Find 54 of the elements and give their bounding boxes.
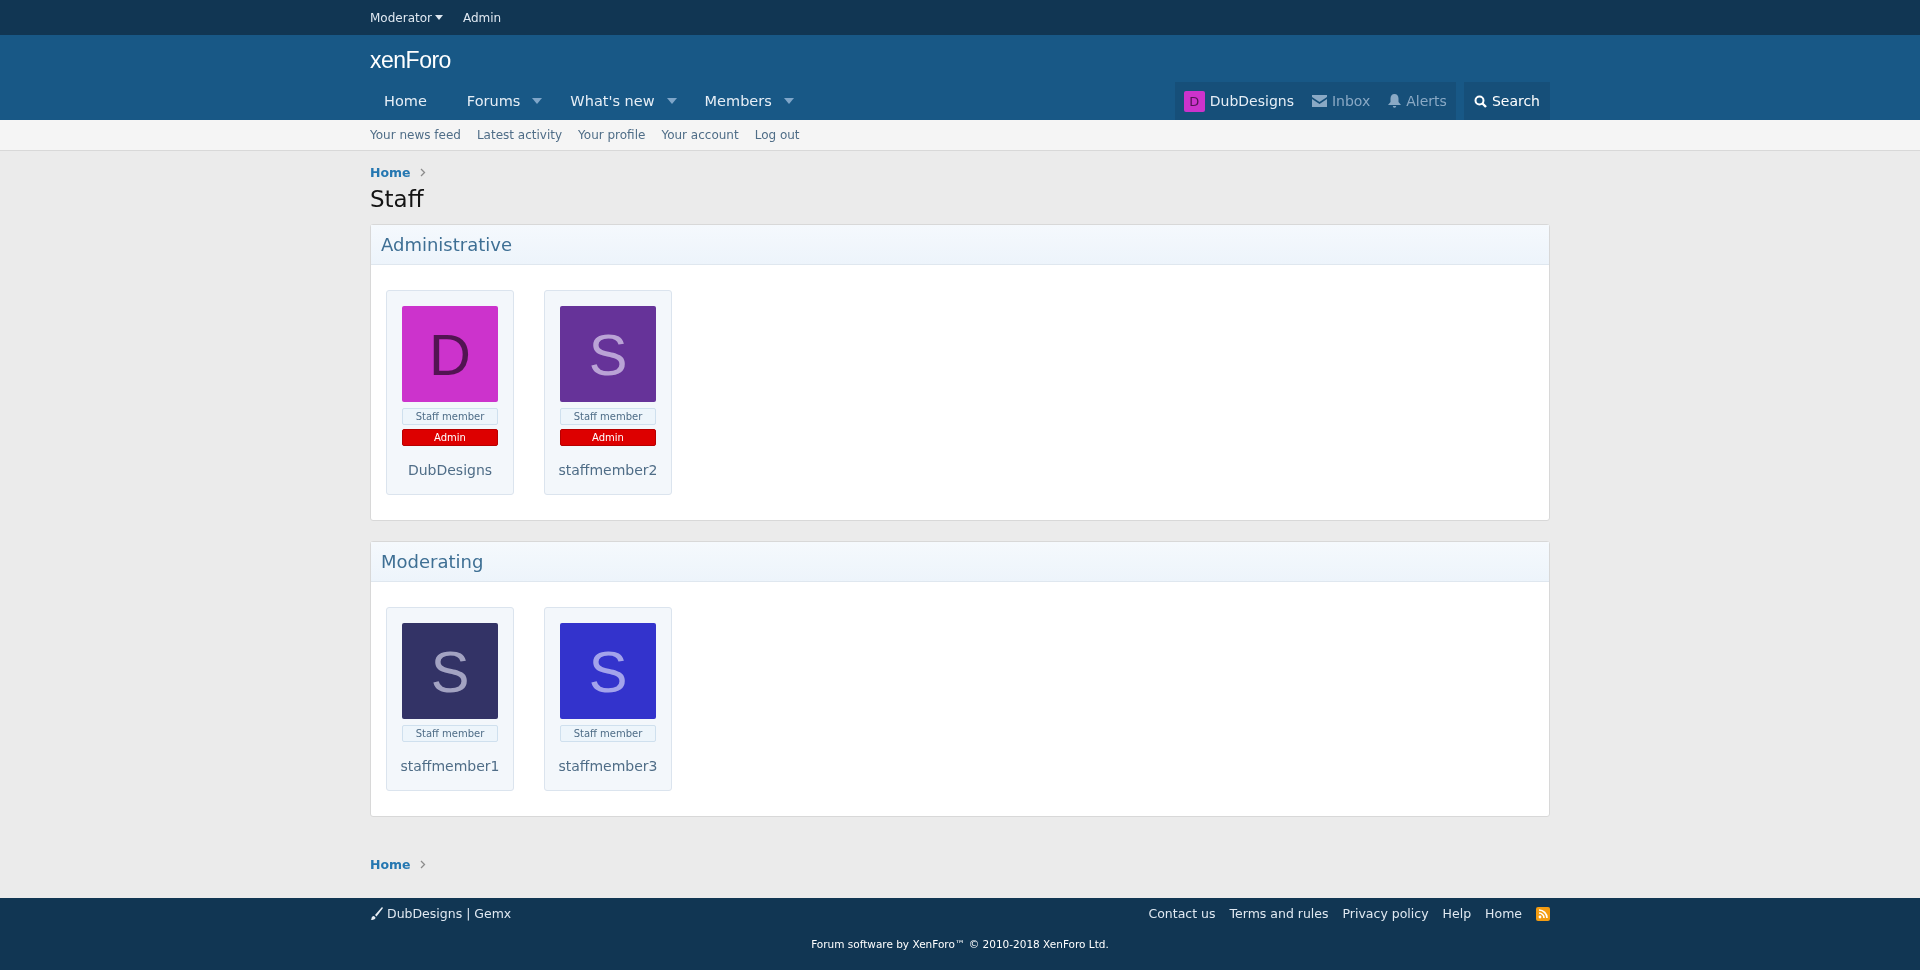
- top-menu-link[interactable]: Admin: [462, 10, 502, 25]
- caret-icon: [783, 98, 794, 104]
- caret-icon: [666, 98, 677, 104]
- avatar[interactable]: D: [402, 306, 498, 402]
- bell-icon: [1388, 94, 1402, 108]
- nav-tab[interactable]: Home: [370, 84, 453, 120]
- member-name[interactable]: staffmember1: [400, 758, 500, 774]
- chevron-icon: [419, 860, 426, 869]
- member-name[interactable]: staffmember2: [558, 462, 658, 478]
- footer-link[interactable]: Privacy policy: [1342, 906, 1429, 921]
- footer-link[interactable]: Help: [1442, 906, 1472, 921]
- footer-link[interactable]: Home: [1485, 906, 1522, 921]
- user-banner: Staff member: [560, 725, 656, 742]
- group-title: Moderating: [371, 542, 1549, 582]
- footer-link[interactable]: Terms and rules: [1229, 906, 1329, 921]
- sub-nav-link[interactable]: Your account: [661, 128, 739, 142]
- user-banner: Admin: [402, 429, 498, 446]
- group-title: Administrative: [371, 225, 1549, 265]
- inbox-link[interactable]: Inbox: [1302, 82, 1380, 120]
- search-icon: [1473, 94, 1487, 108]
- top-menu-link[interactable]: Moderator: [370, 10, 443, 25]
- search-button[interactable]: Search: [1463, 82, 1550, 120]
- user-banner: Staff member: [402, 725, 498, 742]
- sub-nav-link[interactable]: Your news feed: [370, 128, 461, 142]
- avatar[interactable]: S: [560, 306, 656, 402]
- page-title: Staff: [370, 186, 425, 212]
- style-credit-link[interactable]: DubDesigns | Gemx: [370, 906, 512, 921]
- avatar[interactable]: S: [402, 623, 498, 719]
- nav-tab[interactable]: What's new: [556, 84, 691, 120]
- breadcrumb-link[interactable]: Home: [370, 857, 411, 872]
- envelope-icon: [1311, 95, 1327, 107]
- footer-link[interactable]: Contact us: [1148, 906, 1216, 921]
- caret-icon: [532, 98, 543, 104]
- nav-tab[interactable]: Members: [690, 84, 808, 120]
- sub-nav-link[interactable]: Your profile: [578, 128, 646, 142]
- rss-icon[interactable]: [1536, 906, 1550, 921]
- user-banner: Admin: [560, 429, 656, 446]
- member-name[interactable]: staffmember3: [558, 758, 658, 774]
- avatar[interactable]: S: [560, 623, 656, 719]
- account-link[interactable]: D DubDesigns: [1174, 82, 1303, 120]
- brush-icon: [370, 907, 383, 920]
- user-banner: Staff member: [402, 408, 498, 425]
- breadcrumb-link[interactable]: Home: [370, 165, 411, 180]
- alerts-link[interactable]: Alerts: [1379, 82, 1456, 120]
- logo[interactable]: xenForo: [370, 35, 1550, 82]
- user-banner: Staff member: [560, 408, 656, 425]
- sub-nav-link[interactable]: Latest activity: [476, 128, 563, 142]
- nav-tab[interactable]: Forums: [452, 84, 557, 120]
- sub-nav-link[interactable]: Log out: [754, 128, 800, 142]
- copyright-text: Forum software by XenForo™ © 2010-2018 XenForo Ltd.: [810, 938, 1110, 950]
- avatar: D: [1183, 90, 1205, 112]
- member-name[interactable]: DubDesigns: [407, 462, 493, 478]
- chevron-icon: [419, 168, 426, 177]
- account-name: DubDesigns: [1209, 93, 1294, 109]
